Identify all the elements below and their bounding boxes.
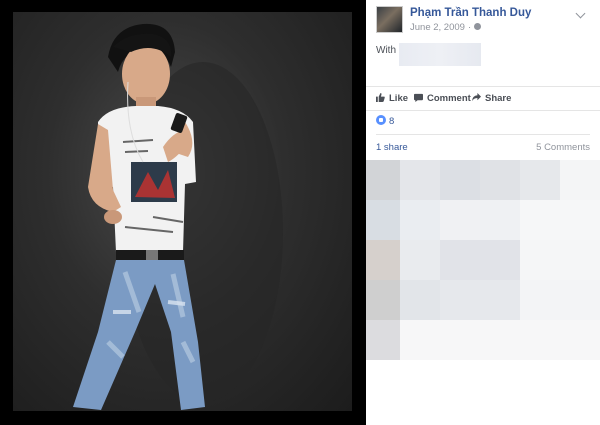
- blur-tile: [440, 200, 480, 240]
- reaction-count: 8: [389, 116, 395, 127]
- like-label: Like: [389, 93, 409, 104]
- chevron-down-icon[interactable]: [575, 8, 586, 19]
- comment-button[interactable]: Comment: [414, 93, 471, 104]
- blur-tile: [400, 280, 440, 320]
- blur-tile: [480, 160, 520, 200]
- blur-tile: [400, 200, 440, 240]
- blur-tile: [440, 240, 520, 280]
- blur-tile: [520, 200, 600, 240]
- blur-tile: [400, 240, 440, 280]
- blur-tile: [366, 240, 400, 280]
- action-bar: Like Comment Share: [366, 86, 600, 111]
- blur-tile: [366, 320, 400, 360]
- post-date[interactable]: June 2, 2009: [410, 22, 465, 33]
- blur-tile: [520, 240, 600, 280]
- globe-icon[interactable]: [474, 22, 482, 30]
- blur-tile: [440, 160, 480, 200]
- share-label: Share: [485, 93, 512, 104]
- blur-tile: [560, 160, 600, 200]
- like-reaction-icon: [376, 115, 386, 126]
- comment-label: Comment: [427, 93, 471, 104]
- speech-bubble-icon: [414, 93, 423, 102]
- blur-tile: [366, 200, 400, 240]
- thumbs-up-icon: [376, 92, 385, 102]
- blur-tile: [480, 200, 520, 240]
- author-avatar[interactable]: [376, 6, 403, 33]
- photo-figure: [73, 23, 283, 410]
- with-label: With: [376, 45, 396, 56]
- reactions-summary[interactable]: 8: [376, 115, 395, 127]
- author-name[interactable]: Phạm Trần Thanh Duy: [410, 7, 531, 19]
- comment-count-link[interactable]: 5 Comments: [536, 142, 590, 153]
- divider: [376, 134, 590, 135]
- photo-viewer[interactable]: [0, 0, 366, 425]
- share-count-link[interactable]: 1 share: [376, 142, 408, 153]
- meta-separator: ·: [467, 22, 472, 33]
- blur-tile: [366, 160, 400, 200]
- post-side-panel: Phạm Trần Thanh Duy June 2, 2009 · With L…: [366, 0, 600, 425]
- blur-tile: [520, 160, 560, 200]
- post-photo[interactable]: [13, 12, 352, 411]
- share-arrow-icon: [472, 92, 481, 102]
- share-button[interactable]: Share: [472, 92, 512, 104]
- like-button[interactable]: Like: [376, 92, 409, 104]
- post-meta: June 2, 2009 ·: [410, 22, 482, 33]
- blur-tile: [520, 280, 600, 320]
- blur-tile: [366, 280, 400, 320]
- blur-tile: [440, 280, 520, 320]
- post-header: Phạm Trần Thanh Duy June 2, 2009 ·: [376, 6, 590, 36]
- blur-tile: [400, 320, 600, 360]
- blur-tile: [400, 160, 440, 200]
- comments-blurred: [366, 160, 600, 360]
- tagged-people-blurred[interactable]: [399, 43, 481, 66]
